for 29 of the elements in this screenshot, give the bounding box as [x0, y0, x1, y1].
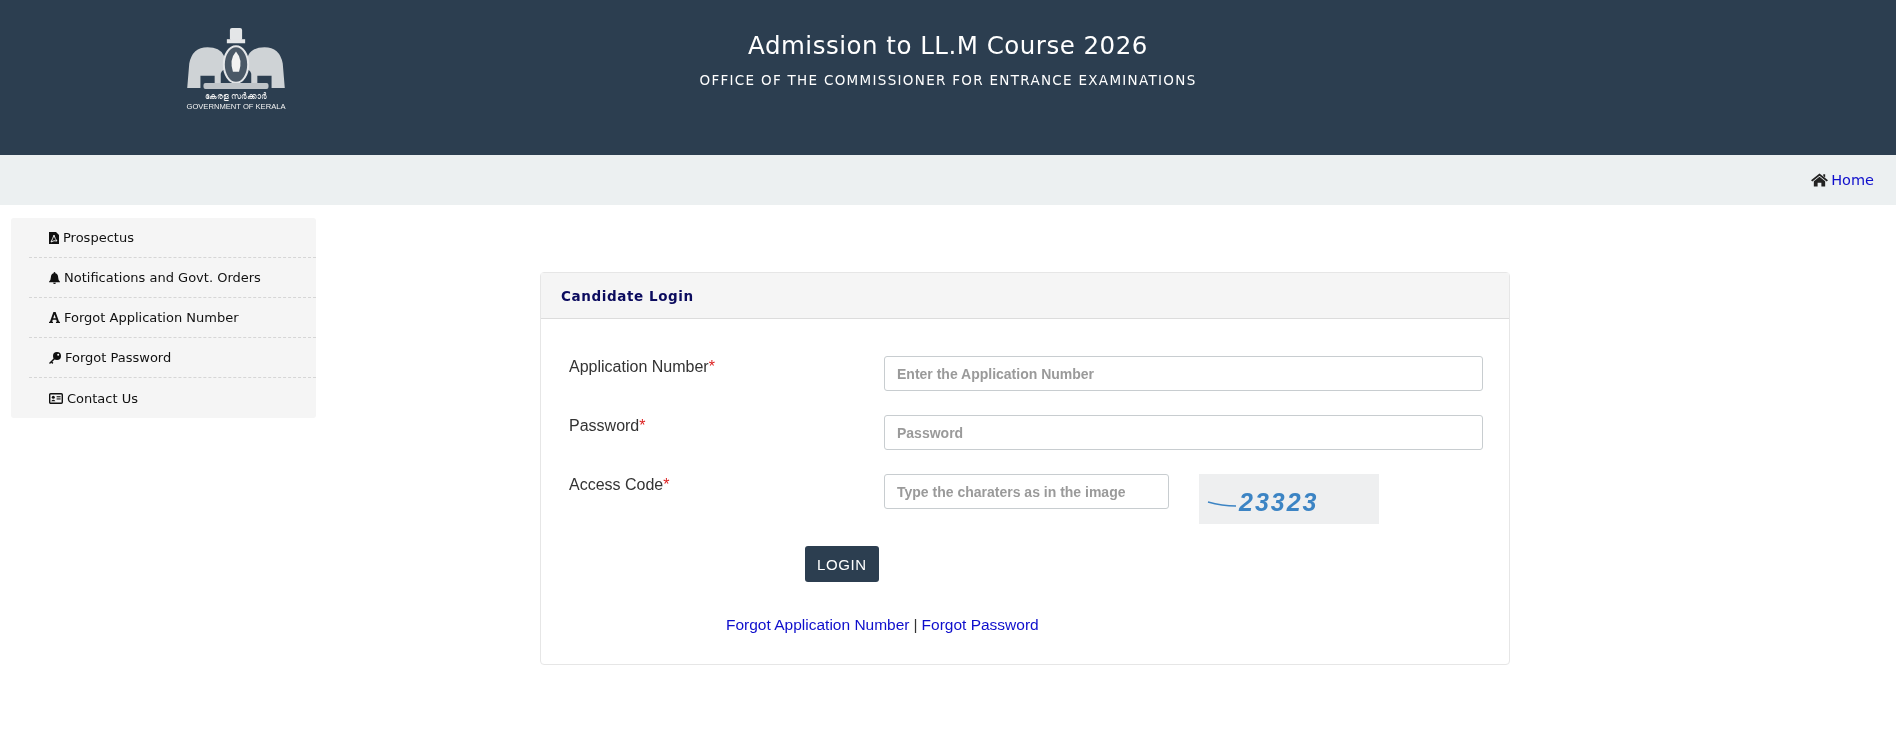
login-button[interactable]: LOGIN — [805, 546, 879, 582]
file-icon — [49, 231, 59, 244]
field-label: Access Code* — [569, 475, 670, 494]
card-title: Candidate Login — [561, 287, 694, 304]
emblem-icon — [185, 27, 287, 90]
site-subtitle: OFFICE OF THE COMMISSIONER FOR ENTRANCE EXAMINATIONS — [699, 71, 1197, 89]
key-icon — [49, 351, 61, 364]
id-card-icon — [49, 392, 63, 404]
sidebar-link[interactable]: Prospectus — [29, 218, 316, 258]
field-label: Application Number* — [569, 357, 715, 376]
squiggle-icon — [1207, 500, 1237, 508]
forgot-link[interactable]: Forgot Application Number — [726, 616, 910, 634]
captcha-code: 23323 — [1239, 488, 1319, 516]
input-field[interactable]: Type the charaters as in the image — [884, 474, 1169, 509]
home-link[interactable]: Home — [1811, 171, 1874, 189]
forgot-link[interactable]: Forgot Password — [921, 616, 1039, 634]
letter-a-icon — [49, 312, 60, 323]
link-separator: | — [913, 616, 918, 634]
sidebar-link[interactable]: Notifications and Govt. Orders — [29, 258, 316, 298]
bell-icon — [49, 271, 60, 284]
sidebar-link[interactable]: Contact Us — [29, 378, 316, 418]
input-field[interactable]: Enter the Application Number — [884, 356, 1483, 391]
sidebar-link[interactable]: Forgot Application Number — [29, 298, 316, 338]
logo-native-caption: കേരള സർക്കാർ — [204, 92, 268, 102]
home-icon — [1811, 173, 1829, 187]
sidebar-link[interactable]: Forgot Password — [29, 338, 316, 378]
field-label: Password* — [569, 416, 646, 435]
site-title: Admission to LL.M Course 2026 — [748, 30, 1148, 62]
input-field[interactable]: Password — [884, 415, 1483, 450]
